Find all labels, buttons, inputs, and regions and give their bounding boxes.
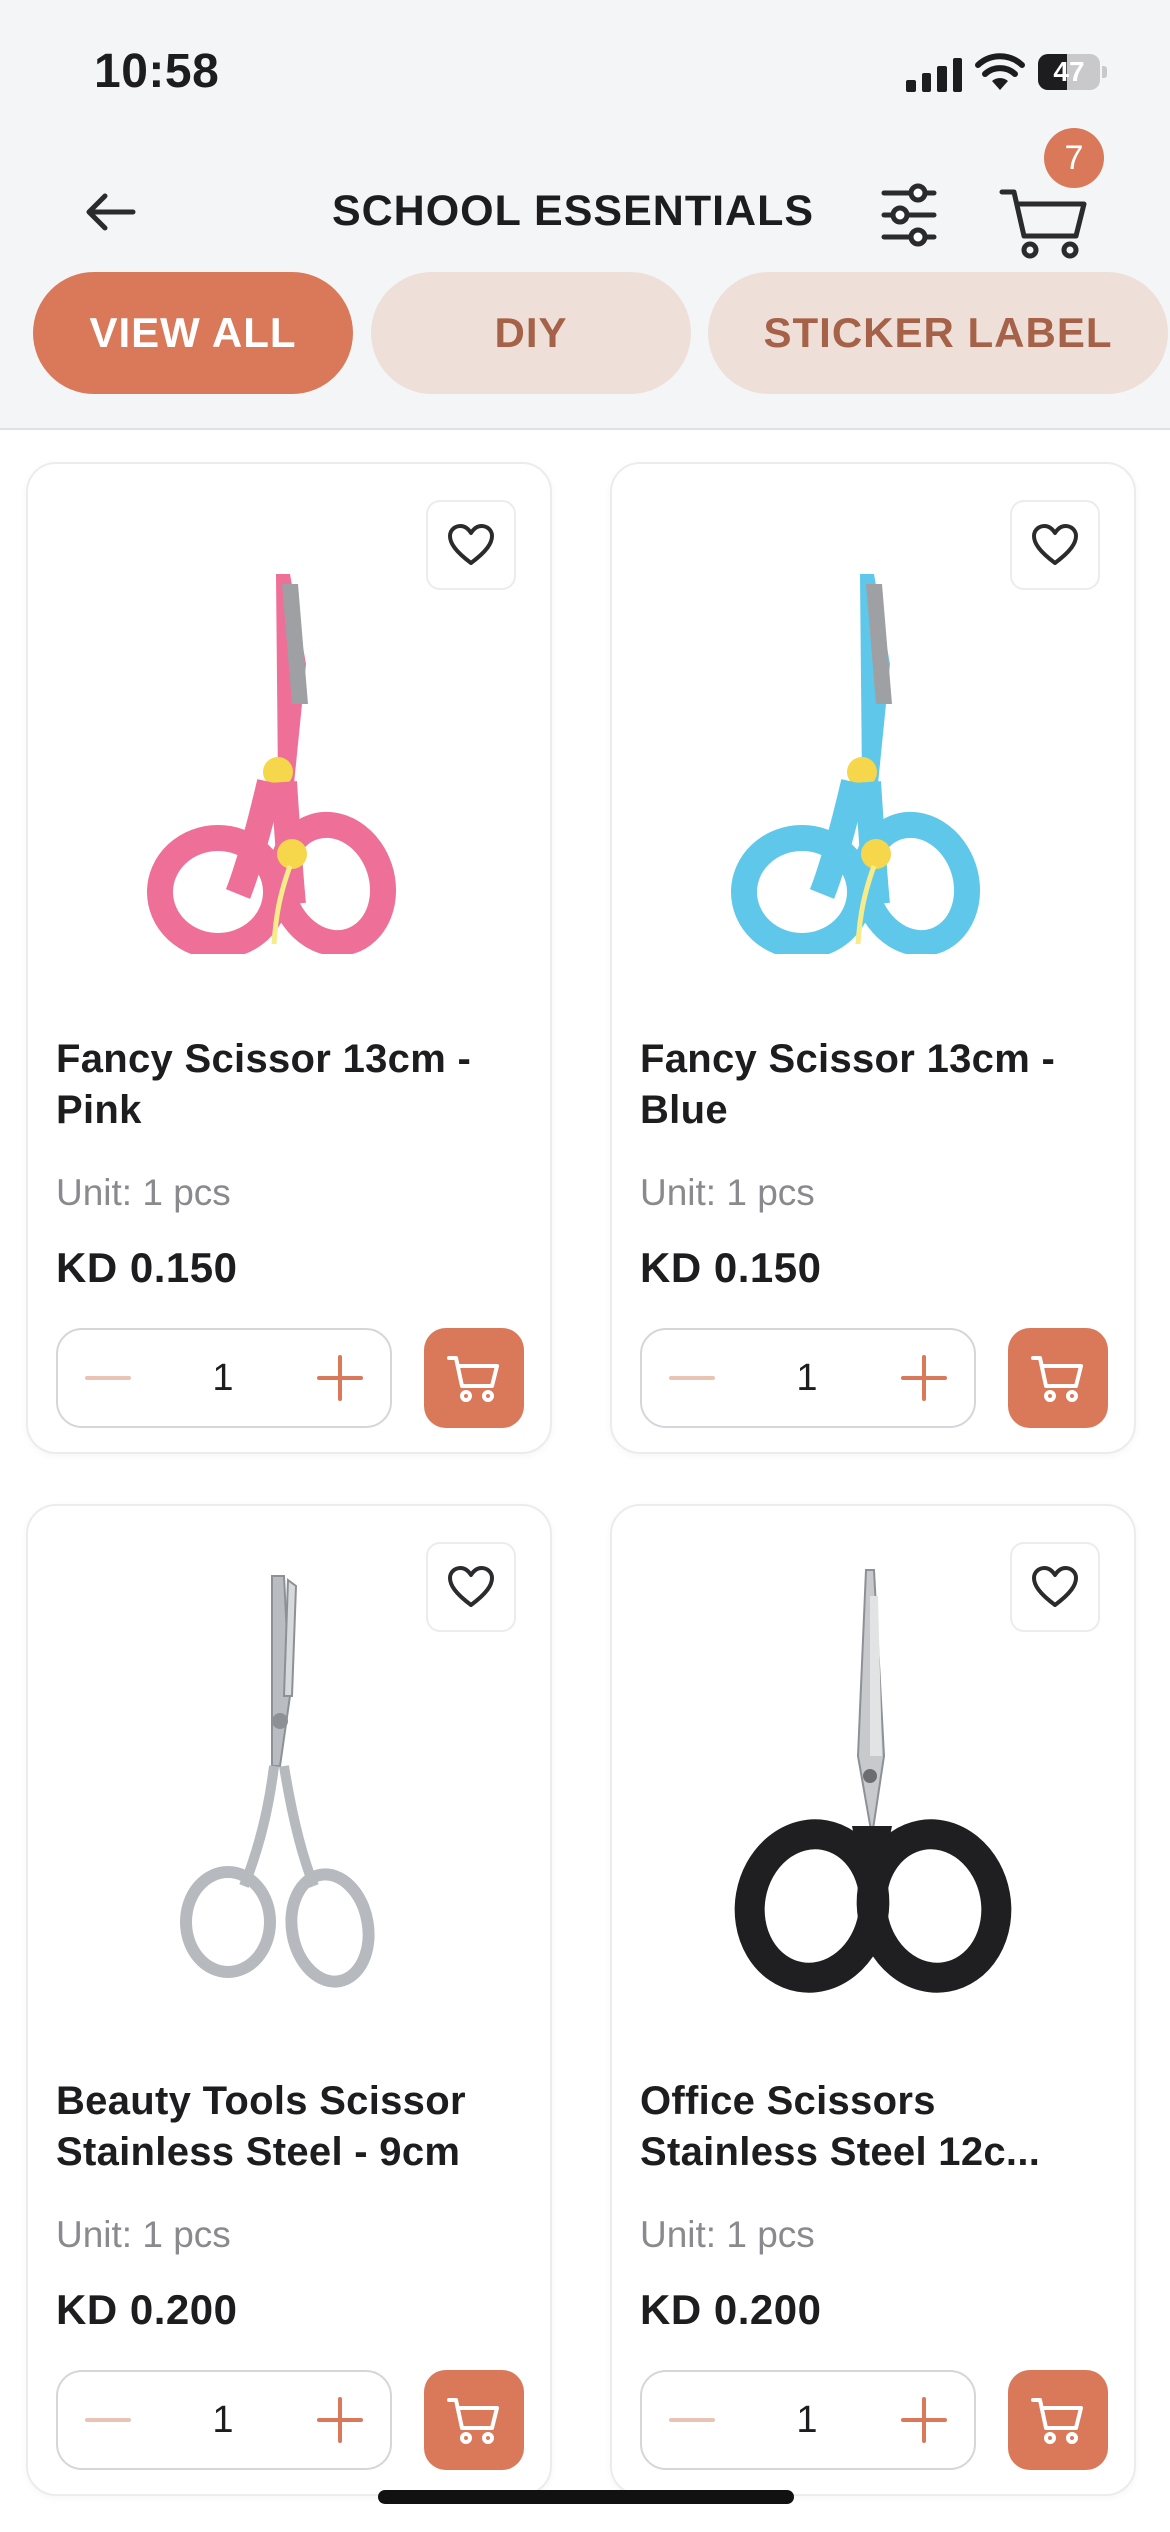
heart-icon: [1032, 1566, 1078, 1607]
increase-quantity-button[interactable]: [310, 2390, 370, 2450]
product-unit: Unit: 1 pcs: [640, 2214, 815, 2255]
product-unit: Unit: 1 pcs: [640, 1172, 815, 1213]
back-button[interactable]: [70, 172, 150, 252]
product-price: KD 0.200: [640, 2286, 822, 2333]
tab-diy[interactable]: DIY: [371, 272, 691, 394]
arrow-left-icon: [86, 193, 136, 231]
add-to-cart-button[interactable]: [424, 2370, 524, 2470]
product-name: Beauty Tools Scissor Stainless Steel - 9…: [56, 2079, 466, 2174]
tab-view-all[interactable]: VIEW ALL: [33, 272, 353, 394]
product-name: Fancy Scissor 13cm - Pink: [56, 1037, 472, 1132]
quantity-value: 1: [796, 2399, 818, 2441]
product-card[interactable]: Fancy Scissor 13cm - Blue Unit: 1 pcs KD…: [610, 462, 1136, 1454]
product-name: Office Scissors Stainless Steel 12c...: [640, 2079, 1041, 2174]
decrease-quantity-button[interactable]: [78, 1348, 138, 1408]
decrease-quantity-button[interactable]: [662, 2390, 722, 2450]
heart-icon: [448, 524, 494, 565]
product-name: Fancy Scissor 13cm - Blue: [640, 1037, 1056, 1132]
product-card[interactable]: Office Scissors Stainless Steel 12c... U…: [610, 1504, 1136, 2496]
add-to-cart-button[interactable]: [1008, 2370, 1108, 2470]
quantity-stepper: 1: [640, 2370, 976, 2470]
decrease-quantity-button[interactable]: [662, 1348, 722, 1408]
increase-quantity-button[interactable]: [894, 1348, 954, 1408]
cart-icon: [447, 1356, 499, 1402]
decrease-quantity-button[interactable]: [78, 2390, 138, 2450]
cellular-signal-icon: [906, 56, 962, 92]
favorite-button[interactable]: [426, 1542, 516, 1632]
product-price: KD 0.150: [56, 1244, 238, 1291]
app-header: SCHOOL ESSENTIALS: [0, 140, 1170, 270]
cart-count-badge: 7: [1044, 128, 1104, 188]
product-card[interactable]: Fancy Scissor 13cm - Pink Unit: 1 pcs KD…: [26, 462, 552, 1454]
heart-icon: [448, 1566, 494, 1607]
quantity-value: 1: [212, 2399, 234, 2441]
cart-icon: [1031, 2398, 1083, 2444]
product-unit: Unit: 1 pcs: [56, 2214, 231, 2255]
favorite-button[interactable]: [1010, 500, 1100, 590]
quantity-stepper: 1: [56, 1328, 392, 1428]
quantity-value: 1: [796, 1357, 818, 1399]
tab-sticker-label[interactable]: STICKER LABEL: [708, 272, 1168, 394]
status-time: 10:58: [94, 45, 220, 98]
home-indicator[interactable]: [378, 2490, 794, 2504]
product-price: KD 0.200: [56, 2286, 238, 2333]
wifi-icon: [975, 53, 1025, 90]
add-to-cart-button[interactable]: [1008, 1328, 1108, 1428]
product-price: KD 0.150: [640, 1244, 822, 1291]
add-to-cart-button[interactable]: [424, 1328, 524, 1428]
category-tabs: VIEW ALL DIY STICKER LABEL: [0, 270, 1170, 430]
quantity-stepper: 1: [56, 2370, 392, 2470]
filter-button[interactable]: [864, 170, 954, 260]
sliders-icon: [881, 183, 937, 247]
cart-icon: [1031, 1356, 1083, 1402]
status-bar: 10:58 47: [0, 0, 1170, 140]
product-unit: Unit: 1 pcs: [56, 1172, 231, 1213]
increase-quantity-button[interactable]: [310, 1348, 370, 1408]
quantity-value: 1: [212, 1357, 234, 1399]
quantity-stepper: 1: [640, 1328, 976, 1428]
cart-icon: [447, 2398, 499, 2444]
battery-level: 47: [1053, 56, 1085, 87]
page-title: SCHOOL ESSENTIALS: [331, 187, 815, 235]
increase-quantity-button[interactable]: [894, 2390, 954, 2450]
favorite-button[interactable]: [426, 500, 516, 590]
product-card[interactable]: Beauty Tools Scissor Stainless Steel - 9…: [26, 1504, 552, 2496]
battery-icon: 47: [1038, 54, 1108, 90]
favorite-button[interactable]: [1010, 1542, 1100, 1632]
heart-icon: [1032, 524, 1078, 565]
